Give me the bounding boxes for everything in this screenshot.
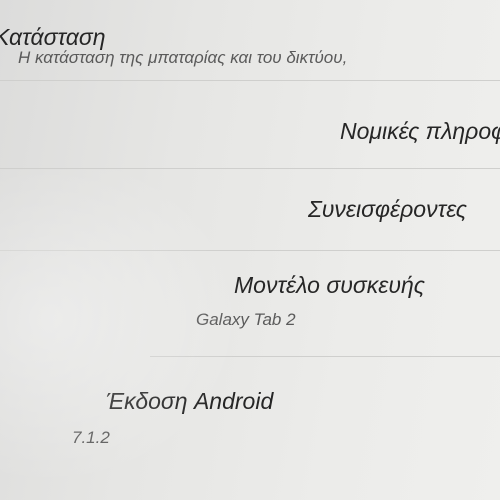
settings-item-contributors[interactable]: Συνεισφέροντες [0,170,500,252]
settings-item-device-model[interactable]: Μοντέλο συσκευής Galaxy Tab 2 [0,252,500,352]
settings-item-status[interactable]: Κατάσταση Η κατάσταση της μπαταρίας και … [0,0,500,78]
divider [0,250,500,251]
divider [150,356,500,357]
settings-item-status-title: Κατάσταση [0,24,106,50]
settings-item-device-model-value: Galaxy Tab 2 [196,310,296,329]
settings-item-android-version[interactable]: Έκδοση Android 7.1.2 [0,360,500,480]
settings-item-android-version-title: Έκδοση Android [106,388,274,414]
settings-item-legal-title: Νομικές πληροφορίες [340,118,500,144]
about-device-screen: Κατάσταση Η κατάσταση της μπαταρίας και … [0,0,500,500]
settings-item-device-model-title: Μοντέλο συσκευής [234,272,425,298]
divider [0,80,500,81]
settings-item-legal[interactable]: Νομικές πληροφορίες [0,82,500,166]
divider [0,168,500,169]
settings-item-android-version-value: 7.1.2 [72,428,110,447]
settings-item-status-summary: Η κατάσταση της μπαταρίας και του δικτύο… [18,48,348,67]
settings-item-contributors-title: Συνεισφέροντες [308,196,467,222]
